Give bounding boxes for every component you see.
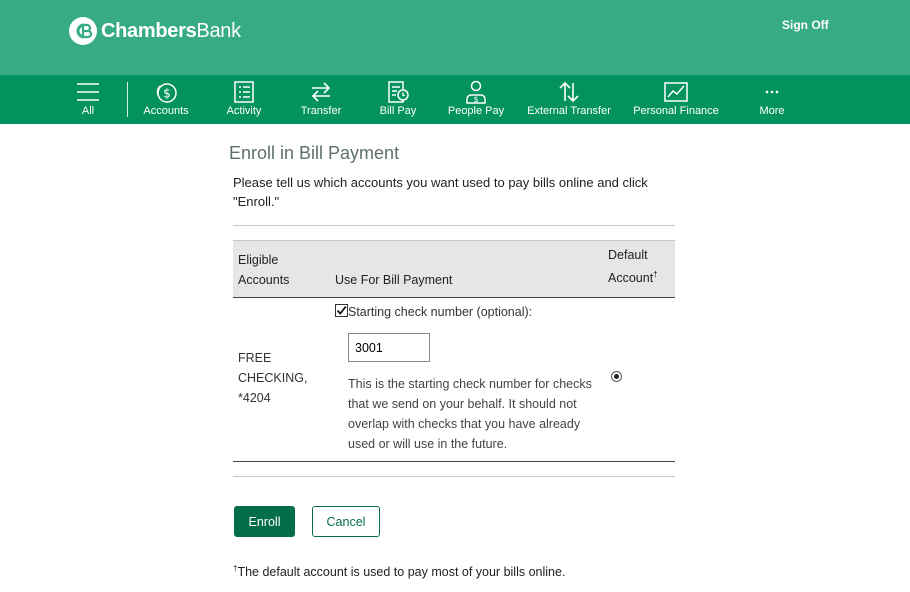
nav-label-bill-pay: Bill Pay bbox=[379, 105, 417, 117]
top-header: ChambersBank Sign Off bbox=[0, 0, 910, 75]
nav-item-personal-finance[interactable]: Personal Finance bbox=[630, 75, 722, 124]
main-nav: All $ Accounts Activity Transfer Bill Pa… bbox=[0, 75, 910, 124]
dagger-mark: † bbox=[653, 270, 658, 279]
account-name-line2: CHECKING, bbox=[238, 371, 308, 385]
nav-label-all: All bbox=[81, 105, 95, 117]
col-header-default-line2-text: Account bbox=[608, 271, 654, 286]
nav-label-external-transfer: External Transfer bbox=[527, 105, 611, 117]
nav-label-personal-finance: Personal Finance bbox=[633, 105, 719, 117]
nav-item-people-pay[interactable]: $ People Pay bbox=[446, 75, 506, 124]
table-header: Eligible Accounts Use For Bill Payment D… bbox=[233, 240, 675, 298]
svg-text:$: $ bbox=[163, 87, 171, 101]
default-account-radio[interactable] bbox=[611, 371, 622, 382]
nav-item-accounts[interactable]: $ Accounts bbox=[136, 75, 196, 124]
bottom-divider bbox=[233, 476, 675, 477]
check-number-help-text: This is the starting check number for ch… bbox=[348, 377, 592, 451]
nav-item-transfer[interactable]: Transfer bbox=[291, 75, 351, 124]
chambers-bank-logo[interactable]: ChambersBank bbox=[69, 16, 241, 46]
nav-label-transfer: Transfer bbox=[300, 105, 342, 117]
menu-icon bbox=[77, 83, 99, 101]
col-header-eligible-line2: Accounts bbox=[238, 273, 290, 287]
col-header-use-for-bill-payment: Use For Bill Payment bbox=[335, 273, 453, 287]
top-divider bbox=[233, 225, 675, 226]
nav-item-more[interactable]: More bbox=[748, 75, 796, 124]
nav-item-all[interactable]: All bbox=[66, 75, 110, 124]
account-name-line1: FREE bbox=[238, 351, 272, 365]
svg-text:$: $ bbox=[473, 95, 478, 104]
line-chart-icon bbox=[664, 82, 688, 102]
col-header-eligible-line1: Eligible bbox=[238, 253, 279, 267]
col-header-default-account: Default Account† bbox=[608, 245, 658, 288]
starting-check-number-label: Starting check number (optional): bbox=[348, 305, 533, 319]
col-header-default-line2: Account† bbox=[608, 265, 658, 288]
nav-item-bill-pay[interactable]: Bill Pay bbox=[368, 75, 428, 124]
col-header-default-line1: Default bbox=[608, 248, 648, 262]
brand-name-bold: Chambers bbox=[101, 19, 197, 42]
nav-label-more: More bbox=[759, 105, 785, 117]
cb-logo-icon bbox=[69, 17, 97, 45]
up-down-arrows-icon bbox=[559, 81, 579, 103]
brand-name-regular: Bank bbox=[196, 19, 241, 42]
nav-item-activity[interactable]: Activity bbox=[214, 75, 274, 124]
col-header-eligible-accounts: Eligible Accounts bbox=[238, 250, 289, 290]
checkmark-icon bbox=[336, 305, 347, 315]
starting-check-number-input[interactable] bbox=[348, 333, 430, 362]
use-for-bill-payment-checkbox[interactable] bbox=[335, 304, 348, 317]
footnote: †The default account is used to pay most… bbox=[233, 564, 565, 579]
nav-label-activity: Activity bbox=[226, 105, 262, 117]
cancel-button[interactable]: Cancel bbox=[312, 506, 380, 537]
table-bottom-border bbox=[233, 461, 675, 462]
sign-off-link[interactable]: Sign Off bbox=[782, 18, 829, 32]
nav-label-people-pay: People Pay bbox=[447, 105, 505, 117]
enroll-button[interactable]: Enroll bbox=[234, 506, 295, 537]
account-name: FREE CHECKING, *4204 bbox=[238, 348, 328, 408]
brand-name: ChambersBank bbox=[101, 20, 241, 43]
footnote-text: The default account is used to pay most … bbox=[237, 565, 566, 580]
account-number: *4204 bbox=[238, 391, 271, 405]
page-title: Enroll in Bill Payment bbox=[229, 143, 400, 163]
nav-divider bbox=[127, 82, 128, 117]
dollar-coin-icon: $ bbox=[156, 83, 177, 103]
nav-label-accounts: Accounts bbox=[143, 105, 189, 117]
nav-item-external-transfer[interactable]: External Transfer bbox=[524, 75, 614, 124]
bill-pay-icon bbox=[388, 81, 409, 103]
person-dollar-icon: $ bbox=[466, 80, 486, 104]
ellipsis-icon bbox=[765, 90, 779, 94]
list-icon bbox=[234, 81, 254, 103]
transfer-arrows-icon bbox=[311, 82, 331, 102]
intro-text: Please tell us which accounts you want u… bbox=[233, 175, 648, 209]
